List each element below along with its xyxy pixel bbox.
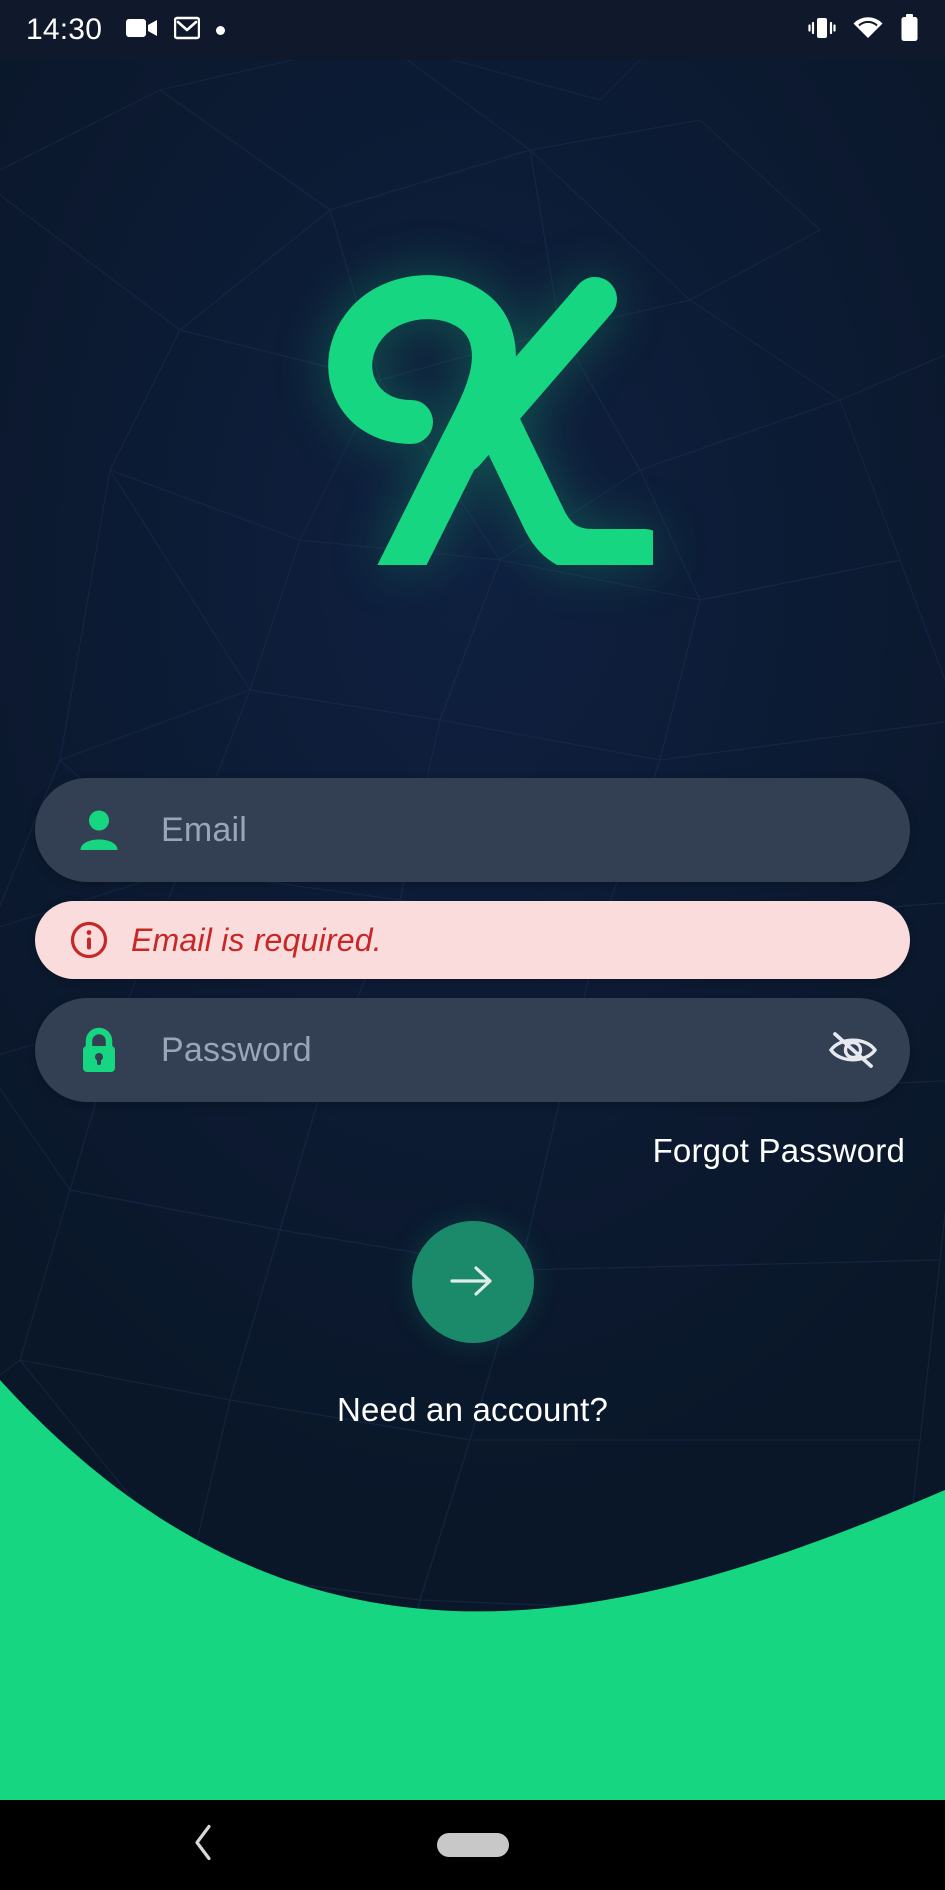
app-logo xyxy=(0,255,945,565)
info-circle-icon xyxy=(69,920,109,960)
email-error-banner: Email is required. xyxy=(35,901,910,979)
need-account-link[interactable]: Need an account? xyxy=(337,1391,608,1429)
arrow-right-icon xyxy=(446,1262,500,1303)
wifi-icon xyxy=(853,16,883,45)
vibrate-icon xyxy=(808,15,836,46)
email-field[interactable]: Email xyxy=(35,778,910,882)
android-nav-bar xyxy=(0,1800,945,1890)
dot-indicator-icon xyxy=(216,25,226,35)
video-camera-icon xyxy=(126,17,158,44)
eye-off-icon[interactable] xyxy=(824,1029,882,1071)
submit-row xyxy=(35,1221,910,1343)
status-bar-notification-icons xyxy=(126,15,226,46)
password-field[interactable]: Password xyxy=(35,998,910,1102)
home-pill-icon[interactable] xyxy=(436,1833,509,1857)
login-form: Email Email is required. Password Forgot… xyxy=(35,778,910,1429)
forgot-password-link[interactable]: Forgot Password xyxy=(653,1132,905,1170)
login-screen: 14:30 Email Email is required. Password … xyxy=(0,0,945,1890)
forgot-password-row: Forgot Password xyxy=(35,1132,910,1170)
status-bar: 14:30 xyxy=(0,0,945,60)
password-placeholder: Password xyxy=(161,1030,312,1069)
email-placeholder: Email xyxy=(161,810,248,849)
gmail-icon xyxy=(173,15,201,46)
battery-full-icon xyxy=(900,13,919,47)
lock-icon xyxy=(73,1026,125,1074)
person-icon xyxy=(73,807,125,853)
need-account-row: Need an account? xyxy=(35,1391,910,1429)
form-spacer xyxy=(35,979,910,998)
email-error-message: Email is required. xyxy=(131,921,382,958)
status-bar-clock: 14:30 xyxy=(26,13,103,46)
cursive-k-logo-icon xyxy=(327,275,653,565)
status-bar-system-icons xyxy=(808,13,919,47)
submit-button[interactable] xyxy=(411,1221,534,1343)
chevron-left-icon[interactable] xyxy=(190,1823,216,1868)
